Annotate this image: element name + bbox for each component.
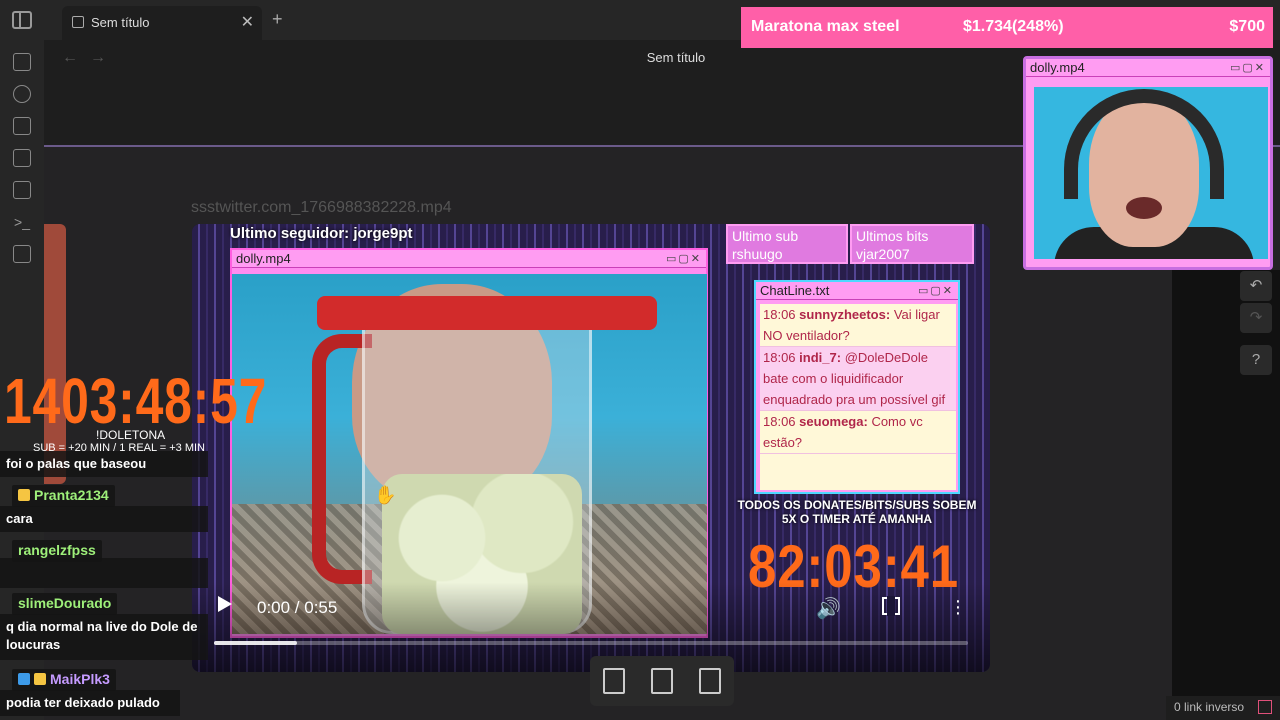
terminal-icon[interactable]: >_ (13, 213, 31, 231)
overlay-chat-username: Pranta2134 (34, 487, 109, 503)
donates-notice: TODOS OS DONATES/BITS/SUBS SOBEM 5X O TI… (737, 498, 977, 526)
new-note-icon[interactable] (603, 668, 625, 694)
tab-title: Sem título (91, 15, 150, 30)
hand-cursor-icon: ✋ (374, 485, 397, 505)
tab-sem-titulo[interactable]: Sem título ✕ (62, 6, 262, 40)
redo-icon[interactable]: ↷ (1240, 303, 1272, 333)
window-buttons-icon: ▭▢✕ (665, 253, 702, 265)
chat-time: 18:06 (763, 350, 796, 365)
command-palette-icon[interactable] (13, 245, 31, 263)
help-icon[interactable]: ? (1240, 345, 1272, 375)
donation-goal-bar: Maratona max steel $1.734(248%) $700 (741, 7, 1273, 48)
backlinks-count[interactable]: 0 link inverso (1174, 700, 1244, 714)
calendar-icon[interactable] (13, 149, 31, 167)
chat-log: 18:06 sunnyzheetos: Vai ligar NO ventila… (760, 304, 956, 490)
last-follower: Ultimo seguidor: jorge9pt (230, 225, 413, 242)
last-sub-box: Ultimo sub rshuugo (726, 224, 848, 264)
webcam-view (232, 274, 707, 634)
chat-user: indi_7: (799, 350, 842, 365)
overlay-chat-user: slimeDourado (12, 593, 118, 615)
cam-window-bar: dolly.mp4 ▭▢✕ (232, 250, 706, 268)
status-bar: 0 link inverso (1166, 696, 1280, 720)
document-icon (72, 16, 84, 28)
file-name: ssstwitter.com_1766988382228.mp4 (191, 199, 452, 216)
chat-window-bar: ChatLine.txt ▭▢✕ (756, 282, 958, 300)
overlay-chat-text: cara (0, 506, 208, 532)
marathon-timer: 1403:48:57 (4, 365, 268, 437)
page-title: Sem título (646, 50, 706, 65)
app-window: Sem título ✕ + >_ ← → Sem título ↶ ↷ ? s… (0, 0, 1280, 720)
right-panel (1172, 270, 1280, 700)
graph-view-icon[interactable] (13, 85, 31, 103)
overlay-chat-text (0, 558, 208, 588)
new-tab-icon[interactable]: + (272, 9, 283, 30)
mouth (1126, 197, 1162, 219)
templates-icon[interactable] (13, 181, 31, 199)
bottom-toolbar (590, 656, 734, 706)
crown-badge-icon (34, 673, 46, 685)
sync-status-icon[interactable] (1258, 700, 1272, 714)
chat-message: 18:06 indi_7: @DoleDeDole bate com o liq… (760, 347, 956, 411)
close-icon[interactable]: ✕ (241, 12, 254, 32)
window-buttons-icon: ▭▢✕ (1229, 62, 1266, 74)
text-card-icon[interactable] (651, 668, 673, 694)
timer-title: !DOLETONA (96, 428, 166, 442)
last-bits-label: Ultimos bits (856, 228, 929, 244)
chat-window: ChatLine.txt ▭▢✕ 18:06 sunnyzheetos: Vai… (754, 280, 960, 494)
video-player[interactable]: Ultimo seguidor: jorge9pt dolly.mp4 ▭▢✕ … (192, 224, 990, 672)
streamer-cam-bar: dolly.mp4 ▭▢✕ (1026, 59, 1270, 77)
sidebar-toggle-icon[interactable] (12, 11, 32, 29)
donation-label: Maratona max steel (751, 18, 900, 35)
headset (1064, 89, 1224, 199)
chat-time: 18:06 (763, 307, 796, 322)
chat-user: sunnyzheetos: (799, 307, 891, 322)
progress-bar[interactable] (214, 641, 968, 645)
overlay-chat-text: podia ter deixado pulado (0, 690, 180, 716)
volume-icon[interactable]: 🔊 (816, 596, 841, 621)
chat-user: seuomega: (799, 414, 868, 429)
window-buttons-icon: ▭▢✕ (917, 285, 954, 297)
chat-message: 18:06 seuomega: Como vc estão? (760, 411, 956, 454)
fullscreen-icon[interactable] (882, 596, 900, 616)
streamer-cam-window: dolly.mp4 ▭▢✕ (1023, 56, 1273, 270)
more-options-icon[interactable]: · · · (954, 591, 962, 623)
cam-window-title: dolly.mp4 (236, 251, 291, 266)
play-icon[interactable] (218, 596, 232, 612)
overlay-chat-user: Pranta2134 (12, 485, 115, 507)
time-display: 0:00 / 0:55 (257, 598, 338, 617)
streamer-cam-title: dolly.mp4 (1030, 60, 1085, 75)
donation-amount: $1.734(248%) (963, 18, 1064, 35)
donation-goal: $700 (1229, 18, 1265, 35)
last-bits-box: Ultimos bits vjar2007 (850, 224, 974, 264)
undo-icon[interactable]: ↶ (1240, 271, 1272, 301)
forward-arrow-icon[interactable]: → (90, 49, 106, 67)
last-sub-value: rshuugo (732, 246, 783, 262)
overlay-chat-text: foi o palas que baseou (0, 451, 208, 477)
chat-window-title: ChatLine.txt (760, 283, 830, 298)
media-card-icon[interactable] (699, 668, 721, 694)
canvas-icon[interactable] (13, 117, 31, 135)
overlay-chat-username: MaikPlk3 (50, 671, 110, 687)
progress-fill (214, 641, 297, 645)
overlay-chat-user: MaikPlk3 (12, 669, 116, 691)
open-switcher-icon[interactable] (13, 53, 31, 71)
chat-message: 18:06 sunnyzheetos: Vai ligar NO ventila… (760, 304, 956, 347)
last-bits-value: vjar2007 (856, 246, 910, 262)
overlay-chat-text: q dia normal na live do Dole de loucuras (0, 614, 208, 660)
crown-badge-icon (18, 489, 30, 501)
sub-badge-icon (18, 673, 30, 685)
streamer-cam-view (1034, 87, 1268, 259)
last-sub-label: Ultimo sub (732, 228, 799, 244)
back-arrow-icon[interactable]: ← (62, 49, 78, 67)
blender-lid (317, 296, 657, 330)
chat-time: 18:06 (763, 414, 796, 429)
